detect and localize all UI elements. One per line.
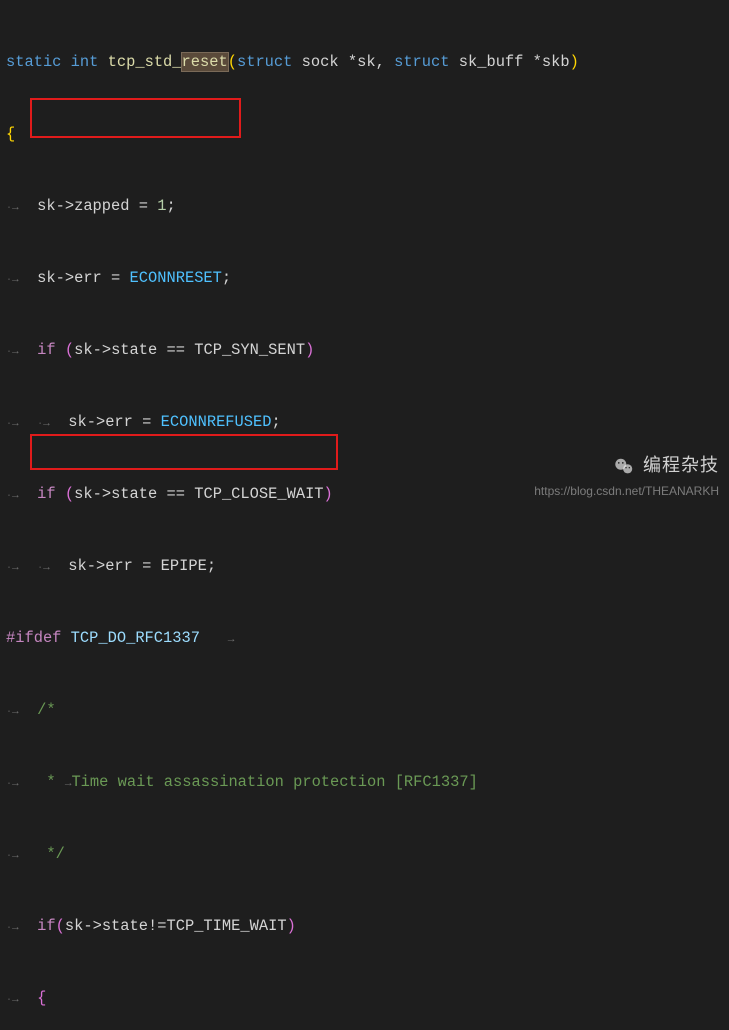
cursor-highlight: reset [181,52,229,72]
wechat-icon [613,456,635,478]
code-line[interactable]: ·→ ·→ sk->err = EPIPE; [6,554,729,578]
code-line[interactable]: ·→ * →Time wait assassination protection… [6,770,729,794]
code-line[interactable]: ·→ if(sk->state!=TCP_TIME_WAIT) [6,914,729,938]
indent-arrow-icon: → [12,202,19,214]
keyword-int: int [71,53,99,71]
code-editor[interactable]: static int tcp_std_reset(struct sock *sk… [0,0,729,1030]
code-line[interactable]: #ifdef TCP_DO_RFC1337 → [6,626,729,650]
watermark: 编程杂技 https://blog.csdn.net/THEANARKH [534,453,719,503]
watermark-text: 编程杂技 [643,455,719,475]
code-line[interactable]: static int tcp_std_reset(struct sock *sk… [6,50,729,74]
code-line[interactable]: ·→ */ [6,842,729,866]
code-line[interactable]: ·→ ·→ sk->err = ECONNREFUSED; [6,410,729,434]
code-line[interactable]: ·→ /* [6,698,729,722]
code-line[interactable]: ·→ sk->zapped = 1; [6,194,729,218]
keyword-static: static [6,53,61,71]
preproc-ifdef: #ifdef [6,629,61,647]
code-line[interactable]: { [6,122,729,146]
code-line[interactable]: ·→ { [6,986,729,1010]
comment-text: Time wait assassination protection [RFC1… [71,773,477,791]
code-line[interactable]: ·→ if (sk->state == TCP_SYN_SENT) [6,338,729,362]
code-line[interactable]: ·→ sk->err = ECONNRESET; [6,266,729,290]
watermark-url: https://blog.csdn.net/THEANARKH [534,479,719,503]
open-brace: { [6,125,15,143]
function-name: tcp_std_reset [108,53,228,71]
